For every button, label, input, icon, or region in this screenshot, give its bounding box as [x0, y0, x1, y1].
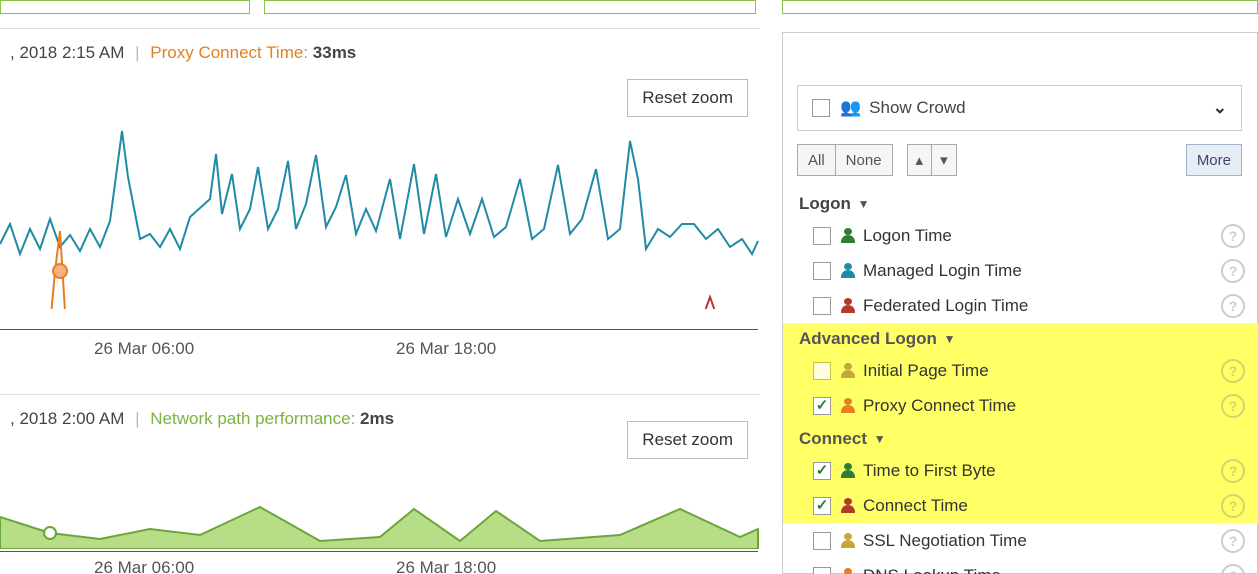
metric-item[interactable]: Managed Login Time?	[783, 253, 1258, 288]
metric-item[interactable]: Proxy Connect Time?	[783, 388, 1258, 423]
metric-checkbox[interactable]	[813, 262, 831, 280]
help-icon[interactable]: ?	[1221, 529, 1245, 553]
chart-2-plot[interactable]	[0, 449, 760, 549]
top-blank-2	[264, 0, 756, 14]
person-icon	[841, 498, 855, 513]
chart-1-header: , 2018 2:15 AM | Proxy Connect Time: 33m…	[0, 29, 760, 63]
metric-label: SSL Negotiation Time	[863, 531, 1221, 551]
help-icon[interactable]: ?	[1221, 259, 1245, 283]
xaxis-tick: 26 Mar 06:00	[94, 339, 194, 359]
help-icon[interactable]: ?	[1221, 459, 1245, 483]
metric-checkbox[interactable]	[813, 227, 831, 245]
all-button[interactable]: All	[797, 144, 836, 176]
top-blank-1	[0, 0, 250, 14]
metric-label: Logon Time	[863, 226, 1221, 246]
up-button[interactable]: ▴	[907, 144, 933, 176]
help-icon[interactable]: ?	[1221, 359, 1245, 383]
group-header[interactable]: Advanced Logon ▼	[783, 323, 1258, 353]
chart-network: , 2018 2:00 AM | Network path performanc…	[0, 394, 760, 574]
side-panel: 👥 Show Crowd ⌄ All None ▴ ▾ More Logon ▼…	[782, 32, 1258, 574]
help-icon[interactable]: ?	[1221, 394, 1245, 418]
help-icon[interactable]: ?	[1221, 224, 1245, 248]
person-icon	[841, 398, 855, 413]
crowd-icon: 👥	[840, 98, 861, 118]
help-icon[interactable]: ?	[1221, 494, 1245, 518]
metric-checkbox[interactable]	[813, 567, 831, 574]
metric-item[interactable]: Logon Time?	[783, 218, 1258, 253]
person-icon	[841, 533, 855, 548]
none-button[interactable]: None	[835, 144, 893, 176]
chart-proxy: , 2018 2:15 AM | Proxy Connect Time: 33m…	[0, 28, 760, 359]
metric-label: Managed Login Time	[863, 261, 1221, 281]
metric-label: Initial Page Time	[863, 361, 1221, 381]
metric-checkbox[interactable]	[813, 497, 831, 515]
top-blank-3	[782, 0, 1258, 14]
person-icon	[841, 298, 855, 313]
metric-checkbox[interactable]	[813, 297, 831, 315]
chart-2-metric-value: 2ms	[360, 409, 394, 428]
metric-label: Proxy Connect Time	[863, 396, 1221, 416]
chart-1-metric-value: 33ms	[313, 43, 356, 62]
group-header[interactable]: Logon ▼	[783, 188, 1258, 218]
person-icon	[841, 263, 855, 278]
filter-toolbar: All None ▴ ▾ More	[797, 143, 1242, 177]
caret-down-icon: ▼	[858, 197, 870, 211]
crowd-label: Show Crowd	[869, 98, 965, 118]
metric-checkbox[interactable]	[813, 532, 831, 550]
chevron-down-icon: ⌄	[1213, 98, 1227, 118]
chart-2-timestamp: , 2018 2:00 AM	[10, 409, 124, 428]
help-icon[interactable]: ?	[1221, 564, 1245, 574]
chart-1-baseline	[0, 329, 758, 330]
chart-1-metric-name: Proxy Connect Time	[150, 43, 303, 62]
crowd-checkbox[interactable]	[812, 99, 830, 117]
xaxis-tick: 26 Mar 06:00	[94, 558, 194, 574]
chart-1-timestamp: , 2018 2:15 AM	[10, 43, 124, 62]
chart-2-baseline	[0, 551, 758, 552]
xaxis-tick: 26 Mar 18:00	[396, 339, 496, 359]
chart-1-xaxis: 26 Mar 06:00 26 Mar 18:00	[0, 339, 760, 369]
metric-item[interactable]: Initial Page Time?	[783, 353, 1258, 388]
metric-checkbox[interactable]	[813, 397, 831, 415]
caret-down-icon: ▼	[874, 432, 886, 446]
caret-down-icon: ▼	[944, 332, 956, 346]
metric-label: Connect Time	[863, 496, 1221, 516]
xaxis-tick: 26 Mar 18:00	[396, 558, 496, 574]
metric-item[interactable]: Connect Time?	[783, 488, 1258, 523]
down-button[interactable]: ▾	[931, 144, 957, 176]
metric-checkbox[interactable]	[813, 362, 831, 380]
more-button[interactable]: More	[1186, 144, 1242, 176]
person-icon	[841, 228, 855, 243]
chart-2-metric-name: Network path performance	[150, 409, 350, 428]
metric-label: DNS Lookup Time	[863, 566, 1221, 574]
group-header[interactable]: Connect ▼	[783, 423, 1258, 453]
person-icon	[841, 363, 855, 378]
metric-label: Federated Login Time	[863, 296, 1221, 316]
chart-1-plot[interactable]	[0, 79, 760, 309]
metric-item[interactable]: SSL Negotiation Time?	[783, 523, 1258, 558]
metric-item[interactable]: DNS Lookup Time?	[783, 558, 1258, 574]
metric-label: Time to First Byte	[863, 461, 1221, 481]
chart-2-xaxis: 26 Mar 06:00 26 Mar 18:00	[0, 558, 760, 574]
metric-item[interactable]: Federated Login Time?	[783, 288, 1258, 323]
person-icon	[841, 568, 855, 574]
metric-checkbox[interactable]	[813, 462, 831, 480]
metrics-list: Logon ▼Logon Time?Managed Login Time?Fed…	[783, 188, 1258, 574]
show-crowd-select[interactable]: 👥 Show Crowd ⌄	[797, 85, 1242, 131]
person-icon	[841, 463, 855, 478]
metric-item[interactable]: Time to First Byte?	[783, 453, 1258, 488]
help-icon[interactable]: ?	[1221, 294, 1245, 318]
